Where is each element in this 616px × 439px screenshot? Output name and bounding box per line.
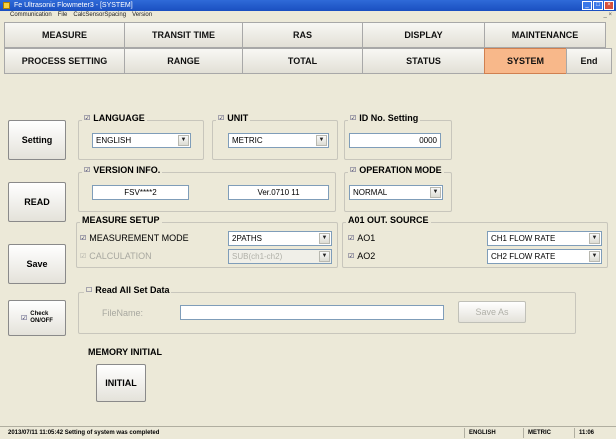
checkbox-icon: ☑ [348,253,355,260]
memory-initial-label: MEMORY INITIAL [86,347,164,357]
ao2-label[interactable]: ☑ AO2 [348,251,375,261]
minimize-icon[interactable]: _ [582,1,592,10]
initial-button[interactable]: INITIAL [96,364,146,402]
operation-mode-select[interactable]: NORMAL ▼ [349,185,443,200]
read-button[interactable]: READ [8,182,66,222]
menu-communication[interactable]: Communication [10,11,52,20]
firmware-version-field: FSV****2 [92,185,189,200]
menu-calc-sensor-spacing[interactable]: CalcSensorSpacing [73,11,126,20]
app-icon [3,2,10,9]
tab-end[interactable]: End [566,48,612,74]
chevron-down-icon: ▼ [589,233,600,244]
save-button[interactable]: Save [8,244,66,284]
menu-bar: Communication File CalcSensorSpacing Ver… [0,11,616,20]
checkbox-icon: ☑ [350,115,357,122]
window-title: Fe Ultrasonic Flowmeter3 - [SYSTEM] [14,2,133,9]
chevron-down-icon: ▼ [589,251,600,262]
checkbox-icon: ☑ [21,314,28,322]
operation-mode-label[interactable]: ☑ OPERATION MODE [348,165,444,175]
chevron-down-icon: ▼ [316,135,327,146]
ao1-source-select[interactable]: CH1 FLOW RATE ▼ [487,231,602,246]
chevron-down-icon: ▼ [430,187,441,198]
ao1-label[interactable]: ☑ AO1 [348,233,375,243]
language-label[interactable]: ☑ LANGUAGE [82,113,147,123]
maximize-icon[interactable]: □ [593,1,603,10]
checkbox-icon: ☑ [84,167,91,174]
tab-measure[interactable]: MEASURE [4,22,124,48]
tab-transit-time[interactable]: TRANSIT TIME [124,22,242,48]
tab-system[interactable]: SYSTEM [484,48,566,74]
calculation-select: SUB(ch1-ch2) ▼ [228,249,332,264]
tab-total[interactable]: TOTAL [242,48,362,74]
tab-status[interactable]: STATUS [362,48,484,74]
save-as-button[interactable]: Save As [458,301,526,323]
filename-input[interactable] [180,305,444,320]
language-select[interactable]: ENGLISH ▼ [92,133,191,148]
setting-button[interactable]: Setting [8,120,66,160]
ao-out-source-label: A01 OUT. SOURCE [346,215,431,225]
tab-display[interactable]: DISPLAY [362,22,484,48]
measure-setup-label: MEASURE SETUP [80,215,162,225]
status-bar: 2013/07/11 11:05:42 Setting of system wa… [0,426,616,439]
status-time: 11:06 [574,428,594,438]
id-number-input[interactable]: 0000 [349,133,441,148]
tab-range[interactable]: RANGE [124,48,242,74]
checkbox-icon: ☑ [350,167,357,174]
tab-row-2: PROCESS SETTING RANGE TOTAL STATUS SYSTE… [4,48,612,74]
checkbox-icon: ☐ [86,287,93,294]
menu-file[interactable]: File [58,11,68,20]
title-bar: Fe Ultrasonic Flowmeter3 - [SYSTEM] _ □ … [0,0,616,11]
measurement-mode-select[interactable]: 2PATHS ▼ [228,231,332,246]
ao2-source-select[interactable]: CH2 FLOW RATE ▼ [487,249,602,264]
checkbox-icon: ☑ [348,235,355,242]
mdi-controls[interactable]: _ × [603,11,612,20]
id-setting-label[interactable]: ☑ ID No. Setting [348,113,421,123]
version-info-label[interactable]: ☑ VERSION INFO. [82,165,163,175]
status-message: 2013/07/11 11:05:42 Setting of system wa… [8,430,160,436]
filename-label: FileName: [102,308,144,318]
version-number-field: Ver.0710 11 [228,185,329,200]
checkbox-icon: ☑ [84,115,91,122]
close-icon[interactable]: × [604,1,614,10]
status-unit: METRIC [523,428,551,438]
check-toggle-label: Check ON/OFF [30,311,53,324]
checkbox-icon: ☑ [218,115,225,122]
calculation-label: ☑ CALCULATION [80,251,152,261]
read-all-label[interactable]: ☐ Read All Set Data [84,285,172,295]
menu-version[interactable]: Version [132,11,152,20]
checkbox-icon: ☑ [80,235,87,242]
tab-row-1: MEASURE TRANSIT TIME RAS DISPLAY MAINTEN… [4,22,612,48]
checkbox-icon: ☑ [80,253,87,260]
chevron-down-icon: ▼ [178,135,189,146]
chevron-down-icon: ▼ [319,251,330,262]
measurement-mode-label[interactable]: ☑ MEASUREMENT MODE [80,233,189,243]
tab-process-setting[interactable]: PROCESS SETTING [4,48,124,74]
tab-ras[interactable]: RAS [242,22,362,48]
status-language: ENGLISH [464,428,496,438]
check-on-off-toggle[interactable]: ☑ Check ON/OFF [8,300,66,336]
tab-maintenance[interactable]: MAINTENANCE [484,22,606,48]
chevron-down-icon: ▼ [319,233,330,244]
unit-select[interactable]: METRIC ▼ [228,133,329,148]
unit-label[interactable]: ☑ UNIT [216,113,251,123]
window-controls: _ □ × [582,1,614,10]
